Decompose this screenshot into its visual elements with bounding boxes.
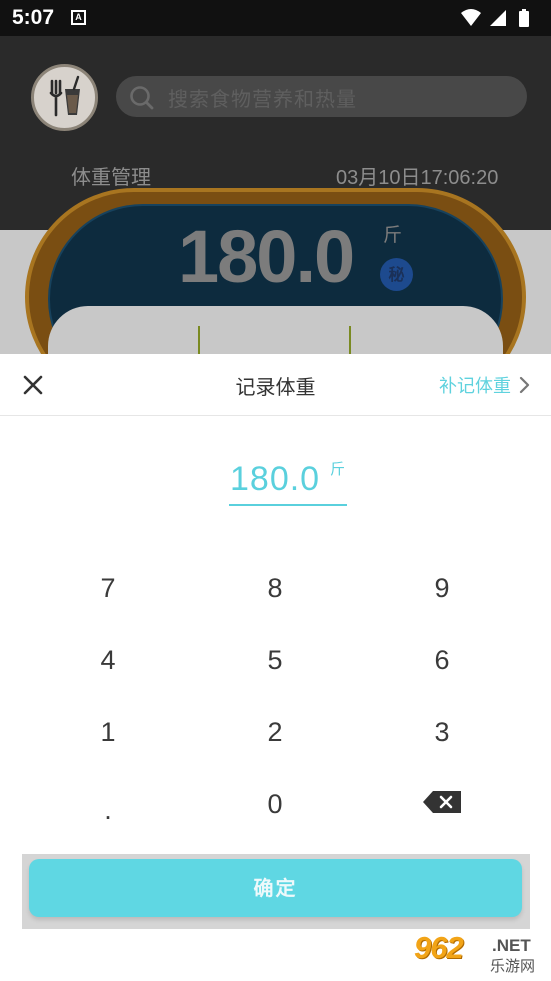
- signal-icon: [490, 10, 506, 26]
- battery-icon: [519, 9, 529, 27]
- sheet-header: 记录体重 补记体重: [0, 354, 551, 416]
- key-2[interactable]: 2: [205, 702, 345, 762]
- key-1[interactable]: 1: [38, 702, 178, 762]
- key-7[interactable]: 7: [38, 558, 178, 618]
- watermark-number: 962: [414, 930, 464, 965]
- screen: 5:07 A 搜索食物营养和热量 体重管理 03月10日17:06:20 180…: [0, 0, 551, 981]
- status-icons: [461, 9, 529, 27]
- search-icon: [130, 86, 154, 110]
- current-weight-unit: 斤: [383, 224, 403, 246]
- background-app: 搜索食物营养和热量 体重管理 03月10日17:06:20 180.0 斤 秘: [0, 36, 551, 354]
- watermark: 962 .NET 乐游网: [412, 930, 547, 975]
- scale-tick: [349, 326, 351, 354]
- weight-input-unit: 斤: [330, 460, 346, 478]
- key-9[interactable]: 9: [372, 558, 512, 618]
- status-time: 5:07: [12, 6, 55, 29]
- background-card: [48, 306, 503, 354]
- key-decimal[interactable]: .: [38, 780, 178, 840]
- scale-tick: [198, 326, 200, 354]
- notification-icon: A: [71, 10, 86, 25]
- confirm-button[interactable]: 确定: [29, 859, 522, 917]
- key-8[interactable]: 8: [205, 558, 345, 618]
- backfill-weight-label: 补记体重: [439, 376, 511, 397]
- backspace-icon[interactable]: [421, 788, 465, 816]
- section-title: 体重管理: [71, 165, 151, 189]
- chevron-right-icon: [519, 376, 530, 394]
- key-4[interactable]: 4: [38, 630, 178, 690]
- search-bar[interactable]: 搜索食物营养和热量: [116, 76, 527, 117]
- fork-and-drink-icon: [49, 75, 80, 117]
- datetime-label: 03月10日17:06:20: [336, 167, 499, 189]
- key-5[interactable]: 5: [205, 630, 345, 690]
- record-weight-sheet: 记录体重 补记体重 180.0 斤 7 8 9 4 5 6 1 2 3 . 0 …: [0, 354, 551, 981]
- weight-input-value[interactable]: 180.0: [230, 460, 320, 499]
- search-placeholder: 搜索食物营养和热量: [168, 87, 357, 111]
- badge-icon: 秘: [380, 258, 413, 291]
- wifi-icon: [461, 9, 481, 26]
- status-bar: 5:07 A: [0, 0, 551, 36]
- key-6[interactable]: 6: [372, 630, 512, 690]
- key-3[interactable]: 3: [372, 702, 512, 762]
- app-logo: [31, 64, 98, 131]
- watermark-site-name: 乐游网: [490, 957, 536, 975]
- backfill-weight-link[interactable]: 补记体重: [439, 372, 531, 398]
- confirm-button-container: 确定: [22, 854, 530, 929]
- key-0[interactable]: 0: [205, 774, 345, 834]
- current-weight: 180.0: [178, 215, 355, 298]
- watermark-domain: .NET: [492, 936, 531, 955]
- weight-input-underline: [229, 504, 347, 506]
